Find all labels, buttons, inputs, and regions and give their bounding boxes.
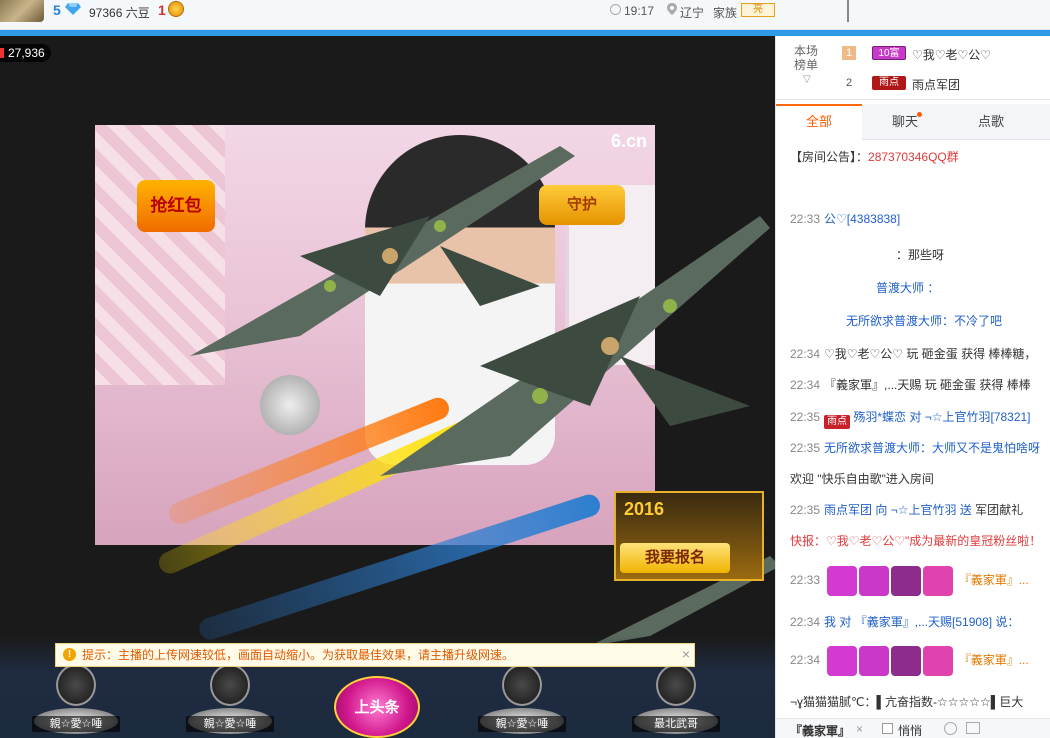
user-avatar[interactable]: [0, 0, 44, 22]
fan-pedestal-2[interactable]: 親☆愛☆唾: [180, 664, 280, 738]
fan-name: 親☆愛☆唾: [478, 716, 566, 732]
rank-item-1[interactable]: 1 10富 ♡我♡老♡公♡: [842, 44, 1047, 64]
network-notice: ! 提示：主播的上传网速较低，画面自动缩小。为获取最佳效果，请主播升级网速。 ×: [55, 643, 695, 667]
avatar: [210, 664, 250, 706]
promo-title: 2016: [624, 499, 665, 519]
gift-icon: [859, 646, 890, 676]
fan-name: 最北武哥: [632, 716, 720, 732]
crown-icon: [168, 1, 184, 17]
rank-name: 雨点军团: [912, 78, 961, 92]
chat-tabs: 全部 聊天 点歌: [776, 104, 1050, 140]
current-time: 19:17: [624, 4, 655, 18]
viewer-count: 27,936: [0, 44, 51, 62]
video-stage[interactable]: 27,936 6.cn 守护 抢红包 2016 我要报名 親☆愛☆唾 親☆愛☆唾…: [0, 36, 775, 738]
chat-row: 22:35 雨点军团 向 ¬☆上官竹羽 送 军团献礼: [790, 503, 1024, 517]
avatar: [56, 664, 96, 706]
chat-row: 快报：♡我♡老♡公♡"成为最新的皇冠粉丝啦！: [790, 534, 1042, 548]
tab-song-request[interactable]: 点歌: [948, 104, 1034, 140]
fan-pedestal-3[interactable]: 親☆愛☆唾: [472, 664, 572, 738]
chat-row: 22:34 『義家軍』,...天赐 玩 砸金蛋 获得 棒棒: [790, 378, 1031, 392]
chat-row: 普渡大师 ：: [876, 281, 940, 295]
top-bar: 5 97366 六豆 1 19:17 辽宁 家族 亮: [0, 0, 1050, 30]
chat-row: 22:34 ♡我♡老♡公♡ 玩 砸金蛋 获得 棒棒糖，: [790, 347, 1037, 361]
chat-row: ：那些呀: [896, 248, 945, 262]
site-watermark: 6.cn: [610, 131, 647, 151]
event-promo-banner[interactable]: 2016 我要报名: [614, 491, 764, 581]
gift-icon: [923, 566, 954, 596]
chat-row: ¬ɣ猫猫猫腻℃：▌亢奋指数-☆☆☆☆☆▌巨大: [790, 695, 1024, 709]
tab-all[interactable]: 全部: [776, 104, 862, 140]
promo-signup-button[interactable]: 我要报名: [620, 543, 730, 573]
gift-icon: [891, 646, 922, 676]
rank-name: ♡我♡老♡公♡: [912, 48, 992, 62]
chat-announcement: 【房间公告】：287370346QQ群: [790, 150, 959, 164]
location-text: 辽宁: [680, 6, 705, 20]
gift-icon: [859, 566, 890, 596]
ranking-box: 本场 榜单 ▽ 1 10富 ♡我♡老♡公♡ 2 雨点 雨点军团: [776, 36, 1050, 100]
chat-row: 欢迎 "快乐自由歌"进入房间: [790, 472, 934, 486]
chat-list[interactable]: 【房间公告】：287370346QQ群 22:33 公♡[4383838] ：那些…: [776, 140, 1050, 718]
warning-icon: !: [63, 648, 76, 661]
chevron-down-icon[interactable]: ▽: [803, 74, 811, 85]
microphone: [260, 375, 320, 435]
close-icon[interactable]: ×: [682, 643, 690, 665]
family-badge[interactable]: 亮: [741, 3, 775, 17]
headline-label: 上头条: [354, 699, 400, 716]
clear-target-button[interactable]: ×: [856, 722, 863, 736]
jet-gift-animation-2: [380, 216, 770, 476]
quiet-label: 悄悄: [898, 724, 923, 738]
chat-row: 22:35 雨点 殇羽*蝶恋 对 ¬☆上官竹羽[78321]: [790, 410, 1031, 429]
fan-pedestal-1[interactable]: 親☆愛☆唾: [26, 664, 126, 738]
gift-icon: [891, 566, 922, 596]
diamond-icon: [65, 3, 81, 15]
gift-icon: [827, 566, 858, 596]
chat-input-bar: 『義家軍』 × 悄悄: [776, 718, 1050, 738]
rank-title[interactable]: 本场 榜单: [786, 44, 826, 72]
gift-icon: [923, 646, 954, 676]
emoji-icon[interactable]: [944, 722, 957, 735]
location-pin-icon: [667, 3, 677, 15]
rank-badge: 10富: [872, 46, 906, 60]
chat-row: 22:34 我 对 『義家軍』,...天赐[51908] 说：: [790, 615, 1020, 629]
divider: [847, 0, 849, 22]
quiet-checkbox[interactable]: [882, 723, 893, 734]
notification-dot: [917, 112, 922, 117]
chat-gift-row: 22:33 『義家軍』...: [790, 566, 1050, 596]
gift-icon: [827, 646, 858, 676]
beans-count: 97366 六豆: [89, 6, 150, 20]
chat-row: 22:35 无所欲求普渡大师：大师又不是鬼怕啥呀: [790, 441, 1041, 455]
side-panel: 本场 榜单 ▽ 1 10富 ♡我♡老♡公♡ 2 雨点 雨点军团 全部 聊天 点歌…: [775, 36, 1050, 738]
chat-gift-row: 22:34 『義家軍』...: [790, 646, 1050, 676]
rank-badge: 雨点: [872, 76, 906, 90]
rank-number: 1: [842, 46, 856, 60]
headline-button[interactable]: 上头条: [334, 676, 420, 738]
fan-name: 親☆愛☆唾: [32, 716, 120, 732]
avatar: [656, 664, 696, 706]
chat-target-select[interactable]: 『義家軍』: [790, 722, 850, 738]
user-badge: 雨点: [824, 415, 851, 429]
rank-item-2[interactable]: 2 雨点 雨点军团: [842, 74, 1047, 94]
fan-name: 親☆愛☆唾: [186, 716, 274, 732]
family-label: 家族: [713, 6, 738, 20]
rank-number: 2: [845, 77, 853, 89]
avatar: [502, 664, 542, 706]
clock-icon: [610, 4, 621, 15]
chat-row: 22:33 公♡[4383838]: [790, 212, 901, 226]
image-icon[interactable]: [966, 722, 980, 734]
tab-chat[interactable]: 聊天: [862, 104, 948, 140]
notice-text: 提示：主播的上传网速较低，画面自动缩小。为获取最佳效果，请主播升级网速。: [82, 648, 515, 662]
chat-row: 无所欲求普渡大师：不冷了吧: [846, 314, 1003, 328]
fan-pedestal-4[interactable]: 最北武哥: [626, 664, 726, 738]
user-level: 5: [53, 2, 61, 18]
rank-number: 1: [158, 2, 166, 18]
